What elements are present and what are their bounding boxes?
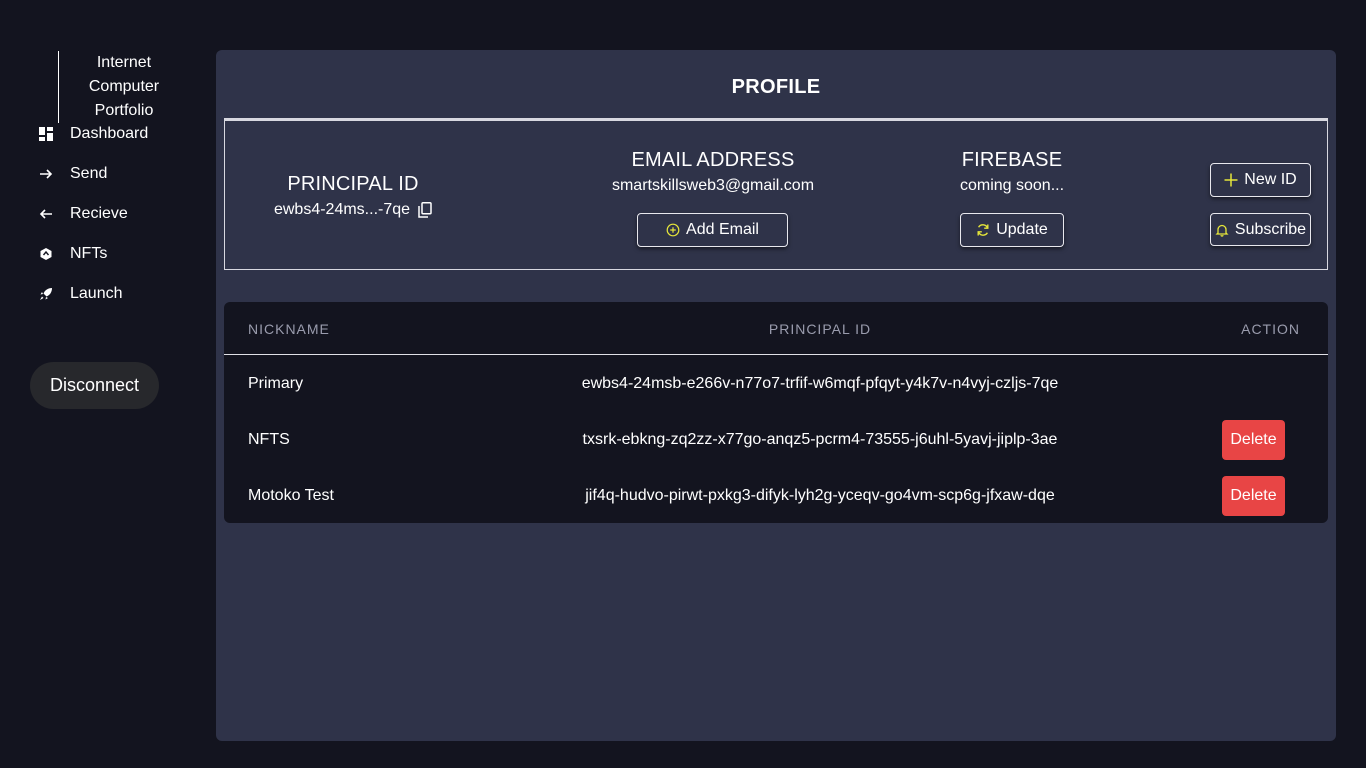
table-header: NICKNAME PRINCIPAL ID ACTION [224, 302, 1328, 355]
firebase-value: coming soon... [959, 177, 1065, 194]
sidebar-item-nfts[interactable]: NFTs [38, 234, 148, 274]
rocket-icon [38, 286, 54, 302]
header-principal-id: PRINCIPAL ID [768, 321, 872, 337]
principal-table: NICKNAME PRINCIPAL ID ACTION Primary ewb… [224, 302, 1328, 523]
update-button[interactable]: Update [960, 213, 1064, 247]
add-email-label: Add Email [686, 221, 759, 238]
app: Internet Computer Portfolio Dashboard Se… [0, 0, 1366, 768]
sidebar-item-recieve[interactable]: Recieve [38, 194, 148, 234]
bell-icon [1215, 223, 1229, 237]
sidebar-item-dashboard[interactable]: Dashboard [38, 114, 148, 154]
arrow-right-icon [38, 166, 54, 182]
table-row: Motoko Test jif4q-hudvo-pirwt-pxkg3-dify… [224, 467, 1328, 523]
disconnect-button[interactable]: Disconnect [30, 362, 159, 409]
plus-icon [1224, 173, 1238, 187]
delete-button[interactable]: Delete [1222, 476, 1285, 516]
principal-heading: PRINCIPAL ID [287, 173, 419, 195]
sidebar-item-label: Send [70, 165, 108, 182]
sidebar-nav: Dashboard Send Recieve NFTs Launch [38, 114, 148, 314]
delete-button[interactable]: Delete [1222, 420, 1285, 460]
subscribe-label: Subscribe [1234, 220, 1307, 238]
sidebar-item-launch[interactable]: Launch [38, 274, 148, 314]
sidebar-item-label: NFTs [70, 245, 108, 262]
sidebar-item-send[interactable]: Send [38, 154, 148, 194]
add-email-button[interactable]: Add Email [637, 213, 788, 247]
row-principal: ewbs4-24msb-e266v-n77o7-trfif-w6mqf-pfqy… [581, 375, 1059, 392]
principal-value: ewbs4-24ms...-7qe [273, 201, 411, 218]
brand-title: Internet Computer Portfolio [58, 51, 188, 123]
principal-section: PRINCIPAL ID ewbs4-24ms...-7qe [253, 171, 453, 219]
copy-icon[interactable] [418, 202, 432, 218]
header-action: ACTION [1241, 321, 1300, 337]
arrow-left-icon [38, 206, 54, 222]
row-principal: txsrk-ebkng-zq2zz-x77go-anqz5-pcrm4-7355… [582, 431, 1058, 448]
table-row: Primary ewbs4-24msb-e266v-n77o7-trfif-w6… [224, 355, 1328, 411]
main-panel: PROFILE PRINCIPAL ID ewbs4-24ms...-7qe E… [216, 50, 1336, 741]
firebase-heading: FIREBASE [961, 149, 1063, 171]
refresh-icon [976, 223, 990, 237]
email-section: EMAIL ADDRESS smartskillsweb3@gmail.com [593, 147, 833, 195]
row-principal: jif4q-hudvo-pirwt-pxkg3-difyk-lyh2g-yceq… [585, 487, 1055, 504]
email-value: smartskillsweb3@gmail.com [611, 177, 815, 194]
firebase-section: FIREBASE coming soon... [925, 147, 1099, 195]
profile-card: PRINCIPAL ID ewbs4-24ms...-7qe EMAIL ADD… [224, 118, 1328, 270]
dashboard-icon [38, 126, 54, 142]
sidebar-item-label: Dashboard [70, 125, 149, 142]
subscribe-button[interactable]: Subscribe [1210, 213, 1311, 246]
table-row: NFTS txsrk-ebkng-zq2zz-x77go-anqz5-pcrm4… [224, 411, 1328, 467]
email-heading: EMAIL ADDRESS [631, 149, 795, 171]
plus-circle-icon [666, 223, 680, 237]
new-id-label: New ID [1244, 171, 1297, 188]
nft-icon [38, 246, 54, 262]
page-title: PROFILE [731, 76, 821, 98]
update-label: Update [996, 221, 1048, 238]
sidebar-item-label: Launch [70, 285, 123, 302]
new-id-button[interactable]: New ID [1210, 163, 1311, 197]
sidebar: Internet Computer Portfolio Dashboard Se… [0, 0, 216, 768]
sidebar-item-label: Recieve [70, 205, 128, 222]
principal-row: ewbs4-24ms...-7qe [253, 201, 453, 219]
